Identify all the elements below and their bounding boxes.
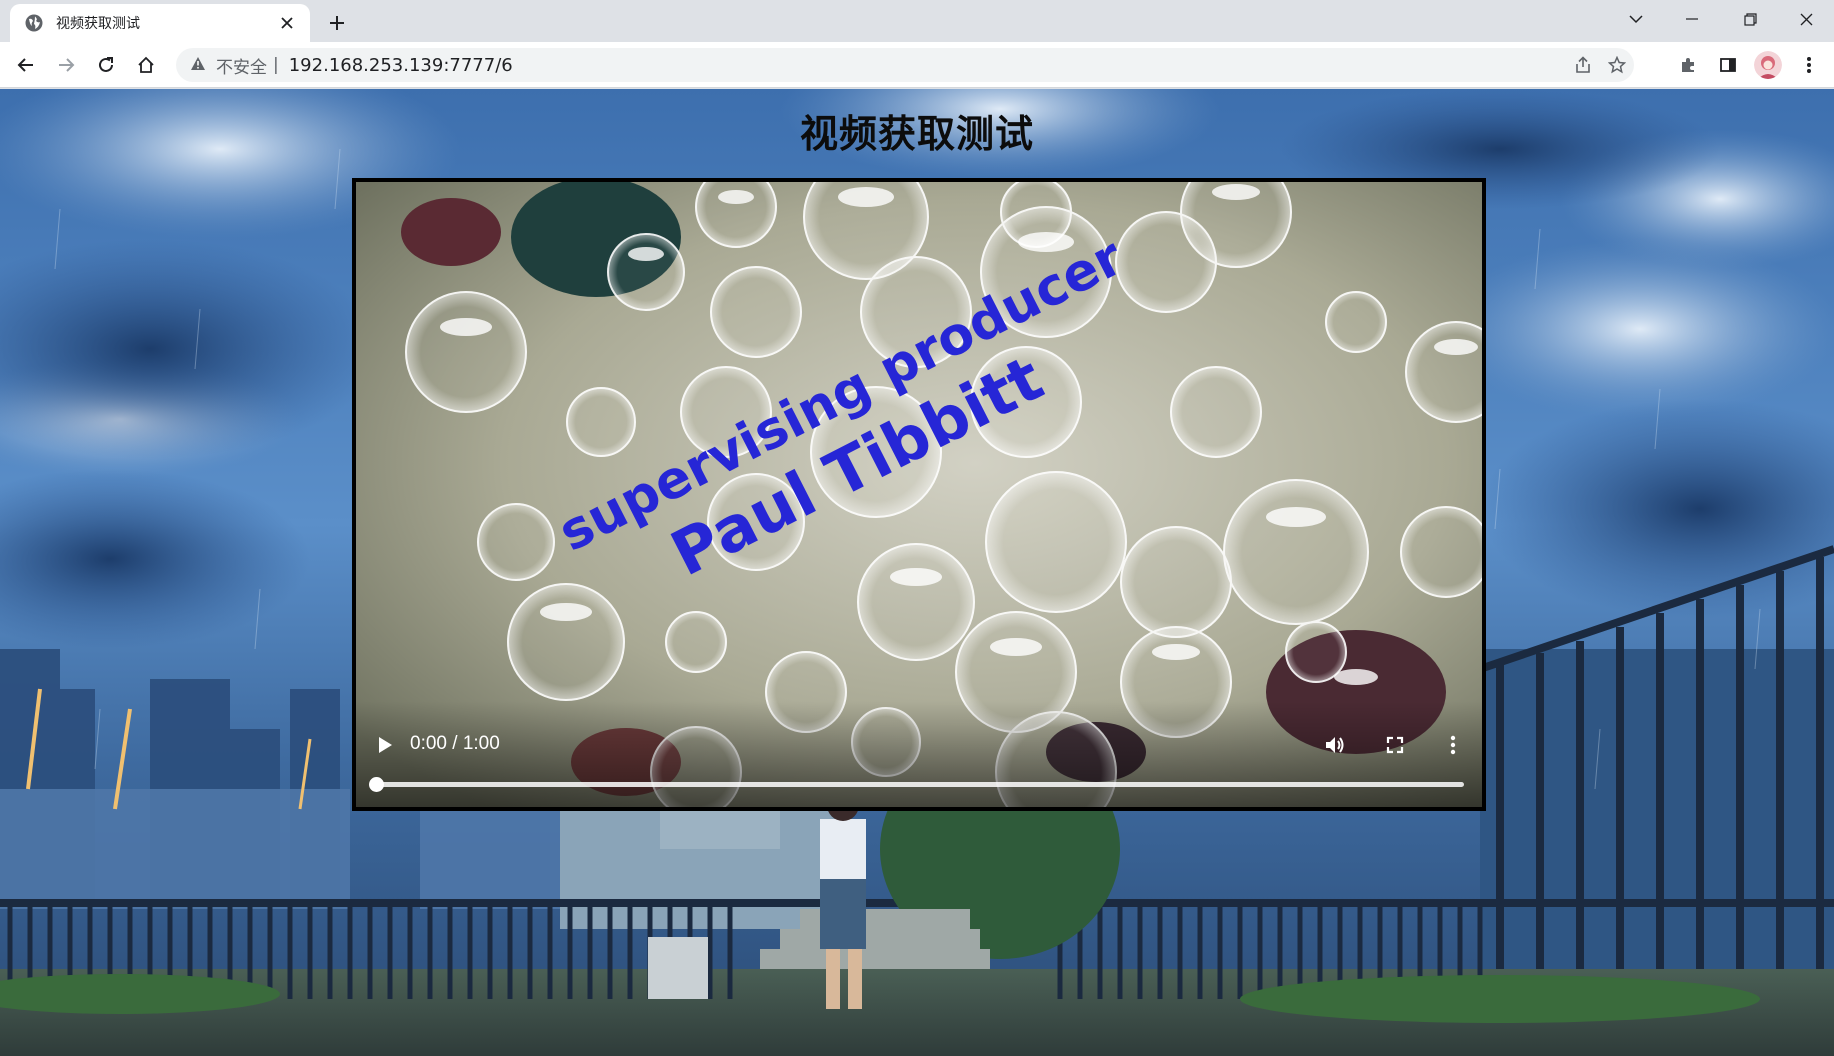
minimize-icon[interactable] [1664, 0, 1720, 38]
warning-triangle-icon[interactable] [190, 56, 206, 75]
volume-icon[interactable] [1318, 728, 1352, 762]
browser-tab[interactable]: 视频获取测试 [10, 4, 310, 42]
video-controls-overlay [352, 701, 1486, 811]
back-icon[interactable] [10, 49, 42, 81]
url-text[interactable]: 192.168.253.139:7777/6 [289, 55, 513, 76]
address-bar[interactable]: 不安全 | 192.168.253.139:7777/6 [176, 48, 1634, 82]
browser-toolbar: 不安全 | 192.168.253.139:7777/6 [0, 42, 1834, 88]
page-viewport: 视频获取测试 supervising producer Paul Tibbitt… [0, 89, 1834, 1056]
page-title: 视频获取测试 [799, 112, 1034, 156]
tab-title: 视频获取测试 [56, 16, 140, 32]
video-player[interactable]: supervising producer Paul Tibbitt 0:00 /… [352, 178, 1486, 811]
menu-icon[interactable] [1793, 49, 1825, 81]
security-status-text: 不安全 [216, 57, 267, 78]
video-progress-bar[interactable] [369, 777, 1464, 792]
reload-icon[interactable] [90, 49, 122, 81]
home-icon[interactable] [130, 49, 162, 81]
more-options-icon[interactable] [1436, 728, 1470, 762]
play-icon[interactable] [370, 730, 400, 760]
extensions-icon[interactable] [1672, 49, 1704, 81]
fullscreen-icon[interactable] [1378, 728, 1412, 762]
share-icon[interactable] [1566, 48, 1600, 82]
globe-icon [24, 13, 44, 33]
forward-icon[interactable] [50, 49, 82, 81]
restore-icon[interactable] [1722, 0, 1778, 38]
new-tab-button[interactable] [322, 8, 352, 38]
tab-strip: 视频获取测试 [0, 0, 1834, 42]
star-icon[interactable] [1600, 48, 1634, 82]
progress-thumb[interactable] [369, 777, 384, 792]
tab-search-chevron-icon[interactable] [1608, 0, 1664, 38]
security-separator: | [273, 55, 279, 75]
window-close-icon[interactable] [1778, 0, 1834, 38]
time-display: 0:00 / 1:00 [410, 733, 500, 754]
tab-close-icon[interactable] [276, 12, 298, 34]
profile-avatar[interactable] [1754, 51, 1782, 79]
side-panel-icon[interactable] [1712, 49, 1744, 81]
